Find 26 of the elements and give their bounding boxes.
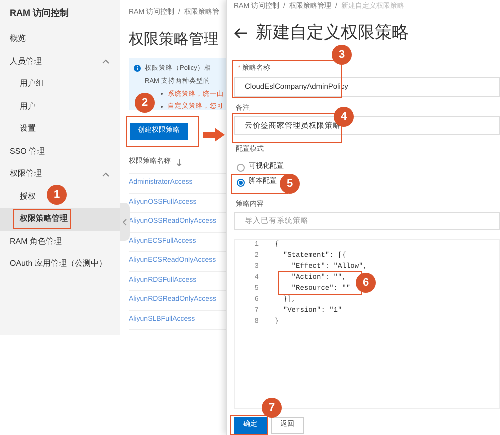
step-number: 5 <box>280 174 300 194</box>
radio-button[interactable] <box>237 164 245 172</box>
step-number: 6 <box>356 273 376 293</box>
sidebar-item[interactable]: SSO 管理 <box>0 140 120 163</box>
back-arrow-icon[interactable] <box>234 28 248 38</box>
page-title: 权限策略管理 <box>129 30 219 50</box>
radio-button[interactable] <box>237 178 245 186</box>
sidebar-item[interactable]: 权限管理 <box>0 163 120 186</box>
highlight-frame <box>230 415 268 435</box>
sidebar-item[interactable]: 人员管理 <box>0 50 120 73</box>
sidebar-item[interactable]: 用户组 <box>18 78 46 90</box>
step-number: 3 <box>332 45 352 65</box>
sidebar-item[interactable]: 设置 <box>18 123 38 136</box>
sidebar-item[interactable]: RAM 角色管理 <box>0 230 120 253</box>
form-title: 新建自定义权限策略 <box>256 22 409 44</box>
info-icon <box>134 65 141 72</box>
step-number: 7 <box>262 398 282 418</box>
sidebar-item[interactable]: 概览 <box>0 28 120 50</box>
arrow-icon <box>203 128 225 142</box>
chevron-left-icon <box>123 218 127 226</box>
sidebar-item[interactable]: 授权 <box>18 190 38 203</box>
sort-icon <box>177 159 182 166</box>
highlight-frame <box>13 209 71 229</box>
sidebar-item[interactable]: OAuth 应用管理（公测中） <box>0 253 120 276</box>
sidebar-item[interactable]: 用户 <box>18 100 38 113</box>
sidebar-title: RAM 访问控制 <box>9 7 70 20</box>
